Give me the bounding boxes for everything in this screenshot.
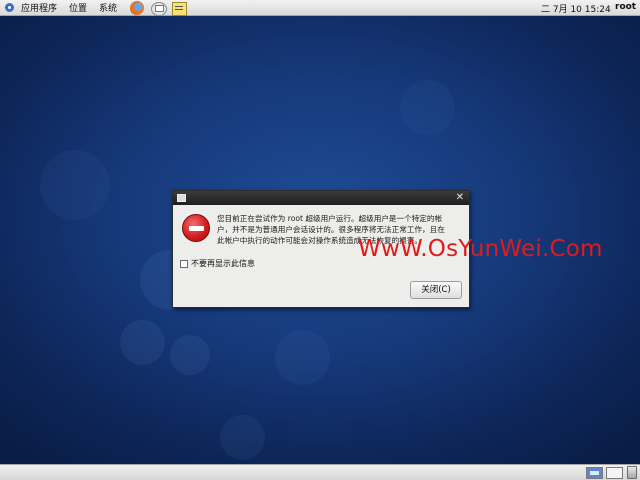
close-button[interactable]: 关闭(C) (410, 281, 462, 299)
desktop-bubble (400, 80, 455, 135)
user-menu[interactable]: root (615, 2, 636, 12)
firefox-icon[interactable] (129, 0, 145, 15)
desktop-bubble (120, 320, 165, 365)
dont-show-again-row[interactable]: 不要再显示此信息 (180, 258, 255, 269)
applications-icon[interactable] (3, 2, 17, 14)
top-panel: 应用程序 位置 系统 二 7月 10 15:24 root (0, 0, 640, 16)
desktop-bubble (220, 415, 265, 460)
notes-icon[interactable] (171, 1, 188, 16)
dont-show-again-checkbox[interactable] (180, 259, 188, 268)
clock[interactable]: 二 7月 10 15:24 (541, 2, 611, 15)
watermark-text: WwW.OsYunWei.Com (358, 236, 603, 262)
menu-applications[interactable]: 应用程序 (21, 1, 57, 14)
trash-icon[interactable] (627, 466, 637, 479)
dialog-titlebar[interactable]: ✕ (173, 191, 469, 205)
message-line: 您目前正在尝试作为 root 超级用户运行。超级用户是一个特定的帐 (217, 214, 443, 223)
message-line: 户，并不是为普通用户会话设计的。很多程序将无法正常工作，且在 (217, 225, 445, 234)
desktop-bubble (275, 330, 330, 385)
workspace-2-switcher[interactable] (606, 467, 623, 479)
menu-places[interactable]: 位置 (69, 1, 87, 14)
desktop-bubble (170, 335, 210, 375)
mail-icon[interactable] (150, 1, 168, 16)
error-icon (182, 214, 210, 242)
menu-system[interactable]: 系统 (99, 1, 117, 14)
workspace-1-switcher[interactable] (586, 467, 603, 479)
bottom-panel (0, 464, 640, 480)
window-icon (177, 194, 186, 202)
desktop-bubble (40, 150, 110, 220)
dont-show-again-label[interactable]: 不要再显示此信息 (191, 258, 255, 269)
close-icon[interactable]: ✕ (456, 191, 464, 205)
